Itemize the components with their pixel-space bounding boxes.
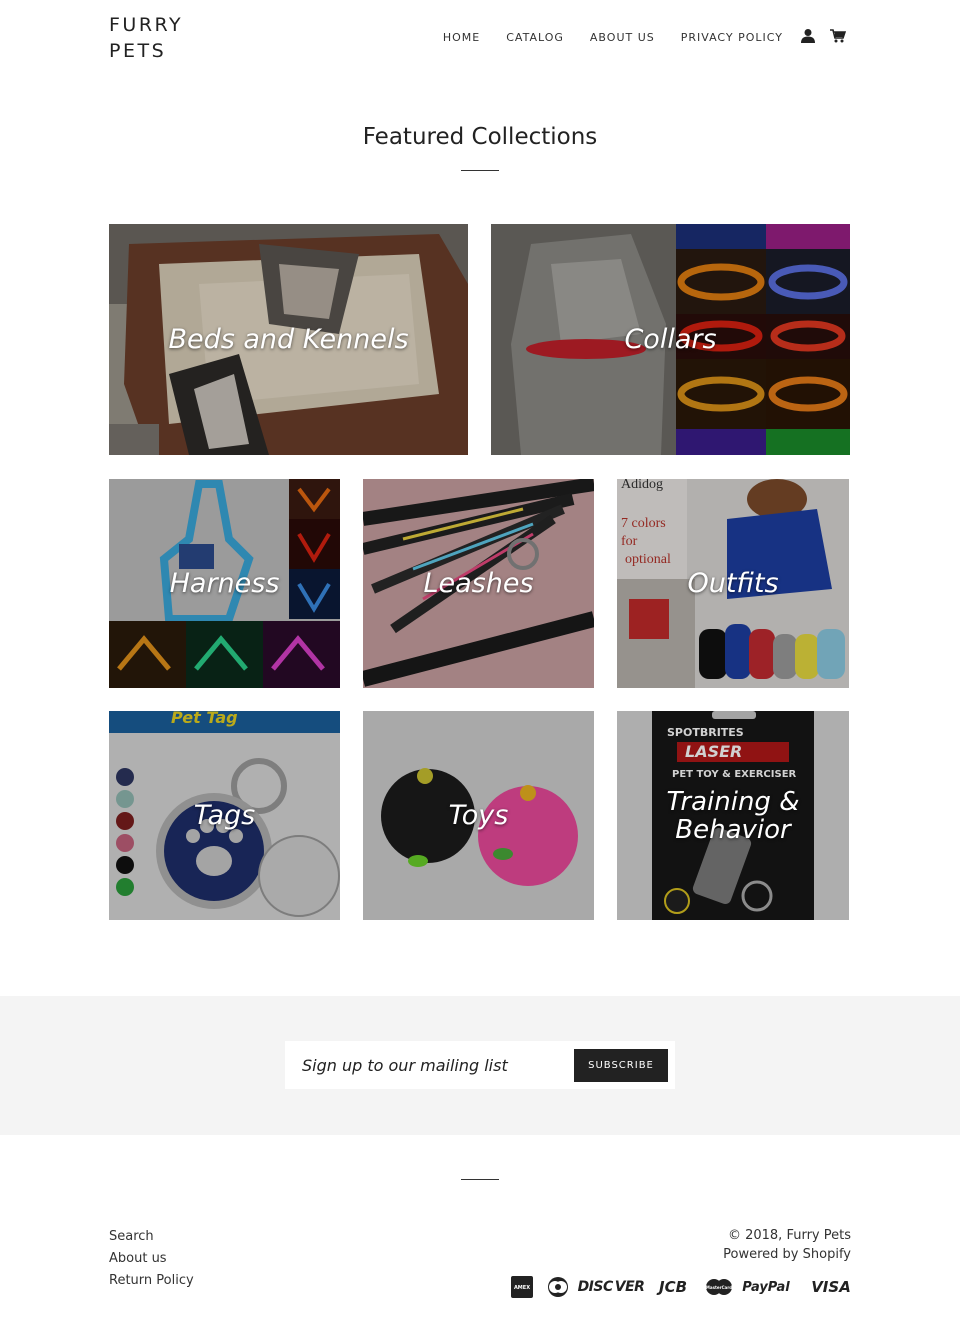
subscribe-button[interactable]: SUBSCRIBE: [574, 1049, 668, 1082]
collection-training-and-behavior[interactable]: SPOTBRITES LASER PET TOY & EXERCISER Tra…: [617, 711, 849, 920]
collection-toys[interactable]: Toys: [363, 711, 594, 920]
collection-label: Collars: [624, 323, 717, 355]
collection-label: Tags: [193, 799, 256, 831]
copyright-text: © 2018, Furry Pets: [727, 1228, 851, 1243]
newsletter-section: SUBSCRIBE: [0, 996, 960, 1135]
featured-collections-title: Featured Collections: [362, 124, 598, 150]
footer-link-item: About us: [109, 1248, 194, 1270]
title-divider: [461, 170, 499, 171]
account-icon[interactable]: [800, 28, 816, 44]
newsletter-form: SUBSCRIBE: [285, 1041, 675, 1089]
logo-line-2: PETS: [109, 40, 167, 62]
footer-link-item: Return Policy: [109, 1270, 194, 1292]
payment-icons: AMEX DISC VER JCB MasterCard PayPal VISA: [510, 1274, 851, 1300]
collection-label: Training & Behavior: [666, 786, 800, 845]
nav-home[interactable]: HOME: [443, 31, 480, 44]
newsletter-email-input[interactable]: [285, 1041, 570, 1089]
svg-text:AMEX: AMEX: [514, 1285, 530, 1291]
collection-harness[interactable]: Harness: [109, 479, 340, 688]
collection-label: Toys: [448, 799, 509, 831]
nav-catalog[interactable]: CATALOG: [506, 31, 564, 44]
discover-icon: DISC VER: [577, 1279, 645, 1295]
site-logo[interactable]: FURRY PETS: [109, 12, 183, 64]
nav-privacy-policy[interactable]: PRIVACY POLICY: [681, 31, 783, 44]
header-icons: [800, 28, 847, 44]
mastercard-icon: MasterCard: [704, 1274, 734, 1300]
footer-link-search[interactable]: Search: [109, 1229, 154, 1244]
main-nav: HOME CATALOG ABOUT US PRIVACY POLICY: [443, 31, 783, 44]
jcb-icon: JCB: [658, 1278, 688, 1296]
logo-line-1: FURRY: [109, 14, 184, 36]
nav-about-us[interactable]: ABOUT US: [590, 31, 655, 44]
collection-tags[interactable]: Pet Tag Tags: [109, 711, 340, 920]
cart-icon[interactable]: [830, 28, 847, 44]
collection-label: Outfits: [687, 567, 779, 599]
footer-link-return-policy[interactable]: Return Policy: [109, 1273, 194, 1288]
amex-icon: AMEX: [510, 1274, 534, 1300]
collection-label: Beds and Kennels: [168, 323, 409, 355]
collection-beds-and-kennels[interactable]: Beds and Kennels: [109, 224, 468, 455]
svg-text:MasterCard: MasterCard: [706, 1285, 732, 1290]
diners-club-icon: [546, 1274, 570, 1300]
site-header: FURRY PETS HOME CATALOG ABOUT US PRIVACY…: [0, 0, 960, 80]
paypal-icon: PayPal: [742, 1279, 790, 1295]
collection-label: Harness: [169, 567, 280, 599]
collection-leashes[interactable]: Leashes: [363, 479, 594, 688]
collection-outfits[interactable]: Adidog 7 colors for optional Outfits: [617, 479, 849, 688]
powered-by-shopify-link[interactable]: Powered by Shopify: [723, 1247, 851, 1262]
footer-divider: [461, 1179, 499, 1180]
collection-collars[interactable]: Collars: [491, 224, 850, 455]
collection-label: Leashes: [423, 567, 534, 599]
visa-icon: VISA: [811, 1278, 851, 1296]
footer-links: Search About us Return Policy: [109, 1226, 194, 1292]
footer-legal: © 2018, Furry Pets Powered by Shopify: [723, 1226, 851, 1264]
footer-link-about-us[interactable]: About us: [109, 1251, 167, 1266]
footer-link-item: Search: [109, 1226, 194, 1248]
